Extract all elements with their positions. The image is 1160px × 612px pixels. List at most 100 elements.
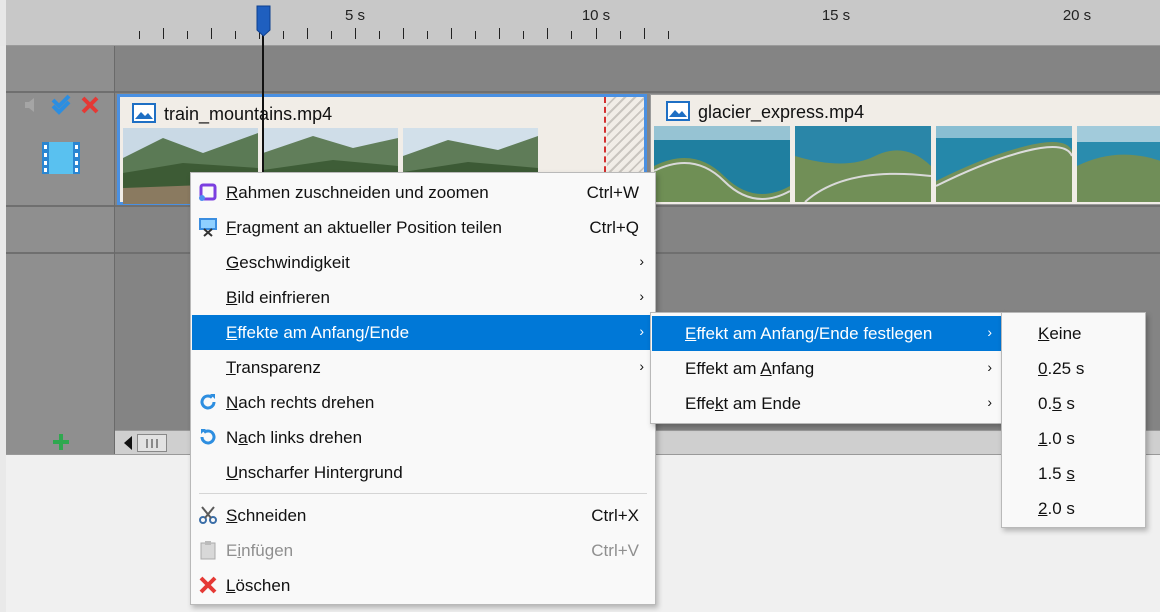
ruler-tick [306,28,308,39]
menu-item-label: Einfügen [226,541,294,560]
ruler-label-20s: 20 s [1062,7,1092,24]
menu-item-label: Rahmen zuschneiden und zoomen [226,183,489,202]
ruler-tick [451,28,453,39]
clip-thumbnail [1077,126,1160,202]
video-track-icon [40,140,82,176]
clip-title: glacier_express.mp4 [698,102,865,122]
clip-thumbnail [795,126,931,202]
menu-item-label: Geschwindigkeit [226,253,350,272]
menu-item-label: Effekt am Anfang [685,359,815,378]
menu-item-label: Fragment an aktueller Position teilen [226,218,502,237]
duration-submenu-item-0-25-s[interactable]: 0.25 s [1003,351,1144,386]
menu-item-label: 0.25 s [1038,359,1085,378]
ruler-tick [282,31,284,39]
clip-glacier-express[interactable]: glacier_express.mp4 [650,94,1160,205]
chevron-right-icon: › [639,323,644,339]
video-file-icon [132,103,156,123]
ruler-tick [475,31,477,39]
menu-item-label: Transparenz [226,358,321,377]
menu-item-label: Keine [1038,324,1082,343]
menu-item-label: Schneiden [226,506,307,525]
context-menu-item-bild-einfrieren[interactable]: Bild einfrieren › [192,280,654,315]
context-menu-item-fragment-an-aktueller-position-teilen[interactable]: Fragment an aktueller Position teilen Ctr… [192,210,654,245]
ruler-tick [499,28,501,39]
duration-submenu-item-1-5-s[interactable]: 1.5 s [1003,456,1144,491]
ruler-tick [403,28,405,39]
ruler-tick [330,31,332,39]
chevron-right-icon: › [639,358,644,374]
timeline-ruler[interactable]: 5 s 10 s 15 s 20 s [0,0,1160,46]
rotate-left-icon [198,427,218,447]
shortcut-label: Ctrl+Q [589,218,639,237]
header-divider [114,46,115,454]
split-icon [198,217,218,237]
menu-item-label: Effekt am Anfang/Ende festlegen [685,324,933,343]
duration-submenu: Keine 0.25 s 0.5 s 1.0 s 1.5 s 2.0 s [1001,312,1146,528]
menu-item-label: 0.5 s [1038,394,1075,413]
menu-item-label: Nach links drehen [226,428,363,447]
ruler-tick [234,31,236,39]
ruler-tick [186,31,188,39]
ruler-tick [523,31,525,39]
ruler-tick [643,28,645,39]
ruler-tick [162,28,164,39]
crop-zoom-icon [198,182,218,202]
scroll-thumb[interactable] [137,434,167,452]
ruler-tick [571,31,573,39]
duration-submenu-item-1-0-s[interactable]: 1.0 s [1003,421,1144,456]
playhead-handle[interactable] [256,5,271,37]
effects-submenu-item-effekt-am-anfang[interactable]: Effekt am Anfang › [652,351,1002,386]
ruler-label-10s: 10 s [581,7,611,24]
ruler-left-margin [0,0,6,46]
chevron-right-icon: › [639,288,644,304]
effects-submenu-item-effekt-am-anfang-ende-festlegen[interactable]: Effekt am Anfang/Ende festlegen › [652,316,1002,351]
effects-submenu: Effekt am Anfang/Ende festlegen › Effekt a… [650,312,1004,424]
scissors-icon [198,505,218,525]
ruler-tick [619,31,621,39]
ruler-tick [379,31,381,39]
duration-submenu-item-0-5-s[interactable]: 0.5 s [1003,386,1144,421]
shortcut-label: Ctrl+V [591,541,639,560]
shortcut-label: Ctrl+X [591,506,639,525]
menu-separator [199,493,647,494]
effects-submenu-item-effekt-am-ende[interactable]: Effekt am Ende › [652,386,1002,421]
context-menu-item-schneiden[interactable]: Schneiden Ctrl+X [192,498,654,533]
context-menu-item-rahmen-zuschneiden-und-zoomen[interactable]: Rahmen zuschneiden und zoomen Ctrl+W [192,175,654,210]
menu-item-label: 1.0 s [1038,429,1075,448]
remove-track-icon[interactable] [80,95,100,115]
visible-check-icon[interactable] [50,94,72,116]
context-menu-item-transparenz[interactable]: Transparenz › [192,350,654,385]
menu-item-label: Effekte am Anfang/Ende [226,323,410,342]
context-menu-item-effekte-am-anfang-ende[interactable]: Effekte am Anfang/Ende › [192,315,654,350]
duration-submenu-item-2-0-s[interactable]: 2.0 s [1003,491,1144,526]
context-menu-item-einf-gen[interactable]: Einfügen Ctrl+V [192,533,654,568]
scroll-left-icon[interactable] [121,435,135,451]
rotate-right-icon [198,392,218,412]
menu-item-label: Bild einfrieren [226,288,330,307]
shortcut-label: Ctrl+W [586,183,639,202]
add-track-icon[interactable] [51,432,71,452]
chevron-right-icon: › [987,359,992,375]
ruler-label-15s: 15 s [821,7,851,24]
chevron-right-icon: › [987,394,992,410]
duration-submenu-item-keine[interactable]: Keine [1003,316,1144,351]
menu-item-label: 2.0 s [1038,499,1075,518]
context-menu-item-geschwindigkeit[interactable]: Geschwindigkeit › [192,245,654,280]
ruler-tick [355,28,356,39]
mute-icon[interactable] [22,96,42,114]
clip-title: train_mountains.mp4 [164,104,333,124]
add-track-bar [6,430,114,454]
context-menu-item-nach-rechts-drehen[interactable]: Nach rechts drehen [192,385,654,420]
context-menu-item-l-schen[interactable]: Löschen [192,568,654,603]
ruler-tick [667,31,669,39]
playhead-line [262,24,264,174]
context-menu-item-unscharfer-hintergrund[interactable]: Unscharfer Hintergrund [192,455,654,490]
menu-item-label: Löschen [226,576,291,595]
delete-icon [198,575,218,595]
clip-thumbnail [654,126,790,202]
ruler-tick [547,28,549,39]
context-menu: Rahmen zuschneiden und zoomen Ctrl+W Fragm… [190,172,656,605]
menu-item-label: 1.5 s [1038,464,1075,483]
context-menu-item-nach-links-drehen[interactable]: Nach links drehen [192,420,654,455]
ruler-tick [595,28,597,39]
